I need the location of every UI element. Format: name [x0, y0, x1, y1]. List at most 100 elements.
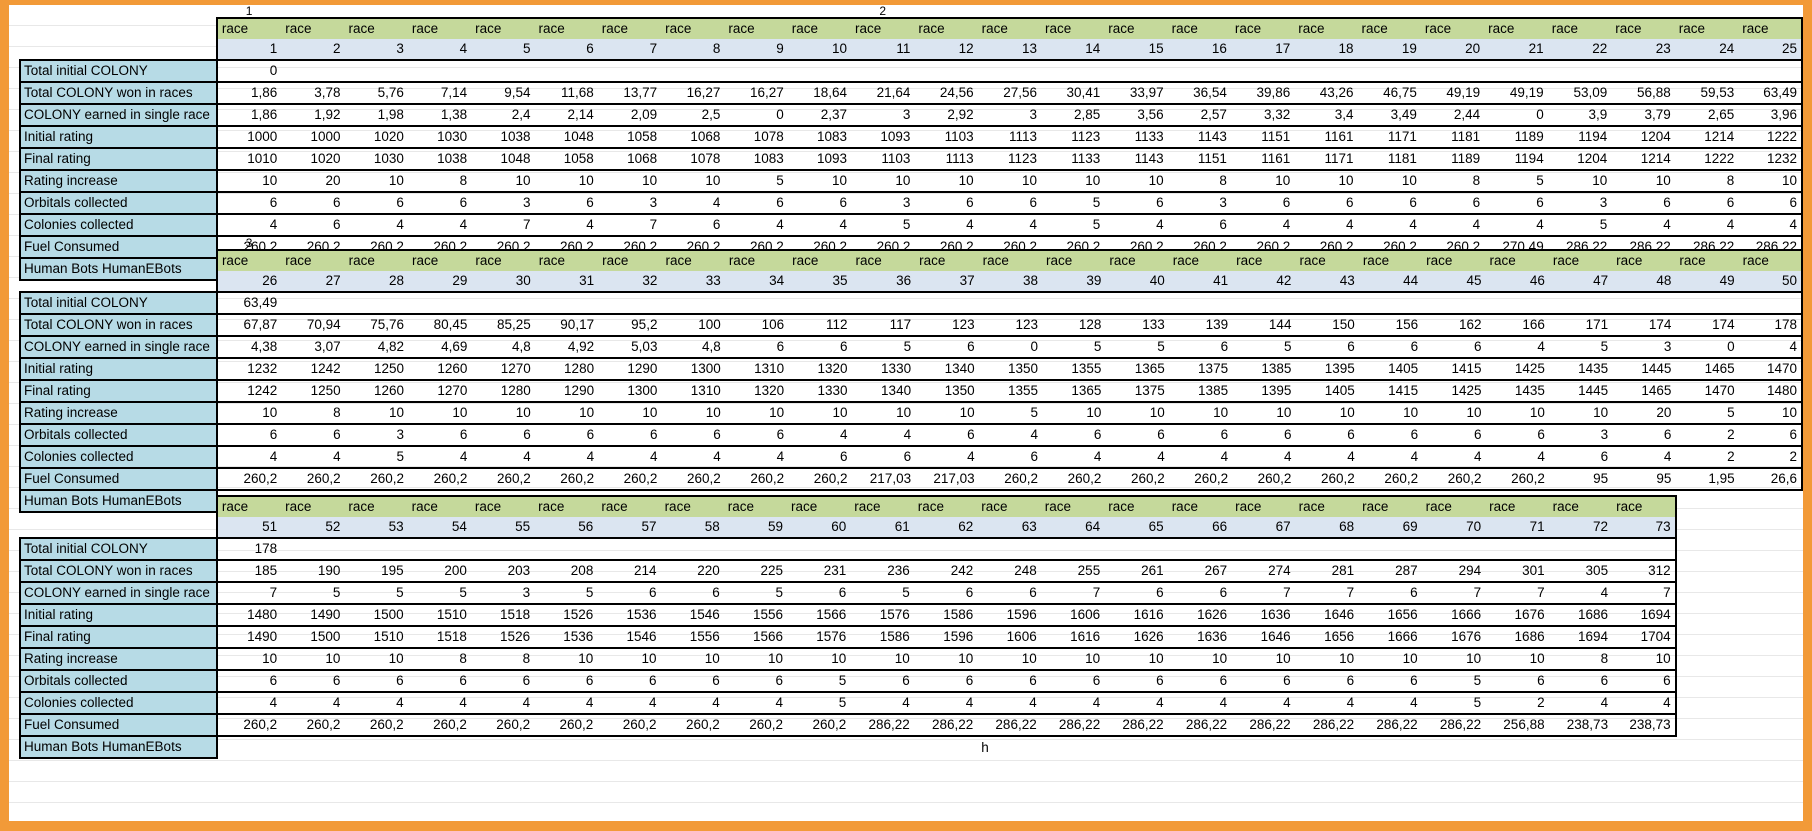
- data-cell[interactable]: 1038: [407, 147, 472, 171]
- data-cell[interactable]: 8: [1420, 169, 1485, 193]
- data-cell[interactable]: 10: [977, 647, 1041, 671]
- data-cell[interactable]: 6: [597, 581, 661, 605]
- data-cell[interactable]: 4: [915, 445, 979, 469]
- data-cell[interactable]: 10: [1294, 647, 1359, 671]
- data-cell[interactable]: 6: [913, 669, 978, 693]
- data-cell[interactable]: 260,2: [281, 713, 345, 737]
- data-cell[interactable]: [1105, 291, 1169, 315]
- data-cell[interactable]: 305: [1548, 559, 1613, 583]
- data-cell[interactable]: 200: [407, 559, 471, 583]
- data-cell[interactable]: [470, 537, 535, 561]
- data-cell[interactable]: [1358, 291, 1423, 315]
- data-cell[interactable]: 1204: [1547, 147, 1612, 171]
- data-cell[interactable]: 144: [1232, 313, 1296, 337]
- data-cell[interactable]: 1232: [1738, 147, 1803, 171]
- race-header-cell[interactable]: race: [1738, 249, 1803, 271]
- data-cell[interactable]: [977, 537, 1041, 561]
- data-cell[interactable]: 162: [1422, 313, 1486, 337]
- data-cell[interactable]: 1546: [660, 603, 724, 627]
- race-header-cell[interactable]: race: [1358, 495, 1422, 517]
- data-cell[interactable]: 1300: [598, 379, 662, 403]
- row-label[interactable]: Initial rating: [19, 125, 218, 149]
- data-cell[interactable]: [1740, 538, 1802, 560]
- data-cell[interactable]: [1740, 560, 1802, 582]
- data-cell[interactable]: [1231, 537, 1295, 561]
- data-cell[interactable]: 6: [534, 191, 598, 215]
- data-cell[interactable]: 7: [216, 581, 282, 605]
- race-number-cell[interactable]: 42: [1232, 271, 1296, 292]
- data-cell[interactable]: 6: [1167, 581, 1232, 605]
- race-header-cell[interactable]: race: [723, 495, 788, 517]
- data-cell[interactable]: 4: [978, 423, 1043, 447]
- race-number-cell[interactable]: 5: [471, 39, 535, 60]
- race-header-cell[interactable]: race: [1612, 495, 1677, 517]
- race-number-cell[interactable]: 71: [1485, 517, 1549, 538]
- data-cell[interactable]: [1420, 59, 1485, 83]
- data-cell[interactable]: 10: [1167, 647, 1232, 671]
- data-cell[interactable]: 5,03: [598, 335, 662, 359]
- data-cell[interactable]: 2: [1675, 423, 1739, 447]
- human-bots-cell[interactable]: [1549, 736, 1612, 758]
- data-cell[interactable]: [408, 291, 472, 315]
- data-cell[interactable]: 185: [216, 559, 282, 583]
- data-cell[interactable]: [1676, 582, 1740, 604]
- data-cell[interactable]: 8: [1674, 169, 1739, 193]
- data-cell[interactable]: 6: [281, 213, 345, 237]
- row-label[interactable]: Human Bots HumanEBots: [19, 735, 218, 759]
- data-cell[interactable]: 3,78: [281, 81, 345, 105]
- data-cell[interactable]: 1300: [661, 357, 725, 381]
- human-bots-cell[interactable]: [1612, 736, 1676, 758]
- data-cell[interactable]: [281, 537, 345, 561]
- data-cell[interactable]: 1030: [344, 147, 408, 171]
- race-number-cell[interactable]: 24: [1674, 39, 1739, 60]
- data-cell[interactable]: 1556: [660, 625, 724, 649]
- data-cell[interactable]: 10: [471, 169, 535, 193]
- data-cell[interactable]: 7,14: [407, 81, 472, 105]
- race-header-cell[interactable]: race: [281, 495, 345, 517]
- race-header-cell[interactable]: race: [977, 495, 1041, 517]
- data-cell[interactable]: 1068: [597, 147, 662, 171]
- data-cell[interactable]: 1222: [1674, 147, 1739, 171]
- data-cell[interactable]: 10: [787, 169, 852, 193]
- row-label[interactable]: Orbitals collected: [19, 191, 218, 215]
- data-cell[interactable]: 6: [1484, 191, 1548, 215]
- data-cell[interactable]: 1375: [1105, 379, 1169, 403]
- data-cell[interactable]: 4: [1294, 213, 1358, 237]
- data-cell[interactable]: [1042, 291, 1106, 315]
- data-cell[interactable]: 286,22: [977, 713, 1041, 737]
- data-cell[interactable]: 225: [723, 559, 788, 583]
- data-cell[interactable]: 6: [1738, 191, 1803, 215]
- data-cell[interactable]: 208: [534, 559, 598, 583]
- data-cell[interactable]: 10: [914, 169, 978, 193]
- data-cell[interactable]: 2,5: [661, 103, 725, 127]
- data-cell[interactable]: 1123: [1040, 125, 1105, 149]
- data-cell[interactable]: 3: [1547, 191, 1612, 215]
- data-cell[interactable]: [1738, 59, 1803, 83]
- data-cell[interactable]: [851, 59, 915, 83]
- data-cell[interactable]: 4: [788, 423, 852, 447]
- data-cell[interactable]: [1230, 59, 1295, 83]
- data-cell[interactable]: 6: [1294, 191, 1358, 215]
- data-cell[interactable]: 1000: [281, 125, 345, 149]
- data-cell[interactable]: 6: [977, 191, 1041, 215]
- data-cell[interactable]: [1676, 626, 1740, 648]
- data-cell[interactable]: 4: [1420, 213, 1485, 237]
- data-cell[interactable]: [1421, 537, 1486, 561]
- data-cell[interactable]: 4: [1485, 335, 1549, 359]
- data-cell[interactable]: 274: [1231, 559, 1295, 583]
- race-header-cell[interactable]: race: [1105, 249, 1169, 271]
- data-cell[interactable]: 1365: [1105, 357, 1169, 381]
- human-bots-cell[interactable]: [217, 736, 281, 758]
- data-cell[interactable]: 6: [978, 445, 1043, 469]
- data-cell[interactable]: 1214: [1674, 125, 1739, 149]
- data-cell[interactable]: 10: [913, 647, 978, 671]
- race-number-cell[interactable]: 18: [1294, 39, 1358, 60]
- data-cell[interactable]: 1666: [1358, 625, 1422, 649]
- data-cell[interactable]: 6: [914, 191, 978, 215]
- data-cell[interactable]: 1694: [1548, 625, 1613, 649]
- data-cell[interactable]: 5: [1040, 191, 1105, 215]
- human-bots-cell[interactable]: [1358, 736, 1421, 758]
- race-header-cell[interactable]: race: [1104, 495, 1168, 517]
- data-cell[interactable]: 4: [1738, 335, 1803, 359]
- row-label[interactable]: Colonies collected: [19, 213, 218, 237]
